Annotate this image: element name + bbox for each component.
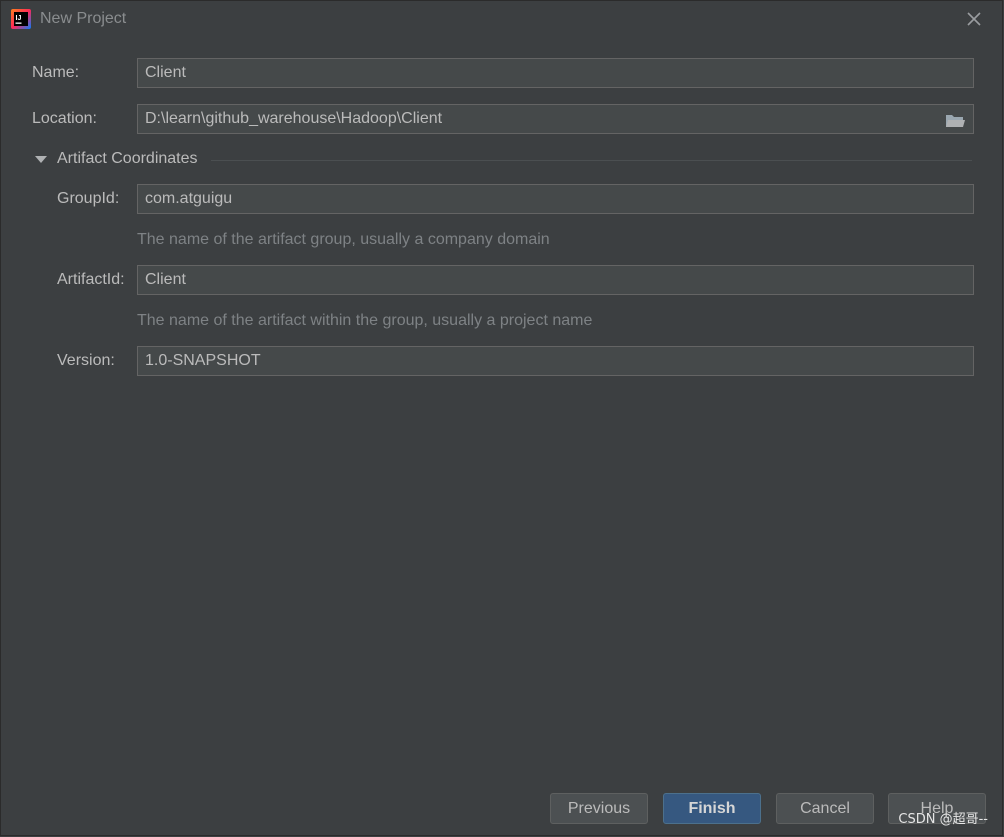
name-label: Name: — [32, 64, 80, 81]
cancel-button[interactable]: Cancel — [776, 793, 874, 824]
section-divider — [211, 160, 972, 161]
artifactid-label: ArtifactId: — [57, 271, 125, 288]
folder-icon[interactable] — [945, 111, 965, 127]
artifactid-input[interactable] — [137, 265, 974, 295]
svg-text:IJ: IJ — [16, 15, 22, 22]
version-input[interactable] — [137, 346, 974, 376]
groupid-input[interactable] — [137, 184, 974, 214]
finish-button[interactable]: Finish — [663, 793, 761, 824]
version-label: Version: — [57, 352, 115, 369]
chevron-down-icon[interactable] — [33, 153, 49, 167]
dialog-title: New Project — [40, 10, 127, 27]
name-input[interactable] — [137, 58, 974, 88]
location-value: D:\learn\github_warehouse\Hadoop\Client — [145, 110, 443, 127]
location-label: Location: — [32, 110, 97, 127]
artifact-coordinates-section: Artifact Coordinates — [33, 149, 972, 171]
intellij-idea-icon: IJ — [11, 9, 31, 29]
title-bar: IJ New Project — [1, 1, 1002, 38]
artifactid-hint: The name of the artifact within the grou… — [137, 312, 593, 329]
previous-button[interactable]: Previous — [550, 793, 648, 824]
watermark: CSDN @超哥-- — [898, 812, 988, 827]
location-field[interactable]: D:\learn\github_warehouse\Hadoop\Client — [137, 104, 974, 134]
section-title[interactable]: Artifact Coordinates — [57, 150, 198, 168]
groupid-label: GroupId: — [57, 190, 120, 207]
groupid-hint: The name of the artifact group, usually … — [137, 231, 550, 248]
close-icon[interactable] — [964, 9, 984, 29]
new-project-dialog: IJ New Project Name: Location: D:\learn\… — [0, 0, 1003, 836]
